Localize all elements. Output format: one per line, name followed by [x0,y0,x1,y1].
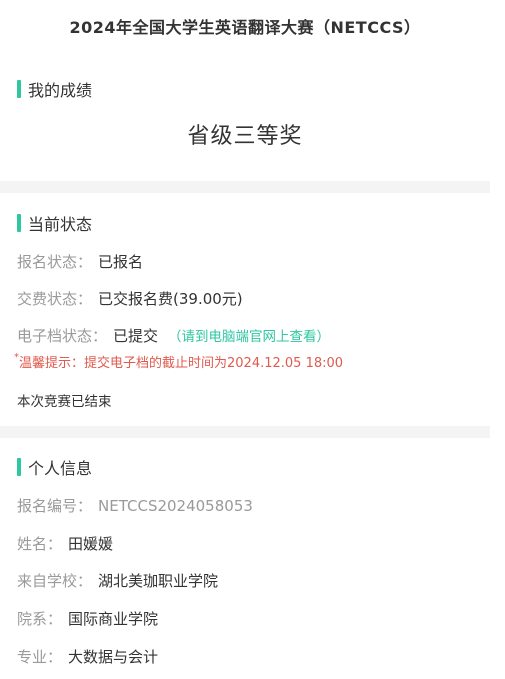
payment-status-label: 交费状态： [17,290,93,308]
deadline-warning: *温馨提示：提交电子档的截止时间为2024.12.05 18:00 [14,352,343,371]
school-value: 湖北美珈职业学院 [98,572,219,590]
warning-text: 温馨提示：提交电子档的截止时间为2024.12.05 18:00 [19,356,344,371]
award-result: 省级三等奖 [187,124,303,149]
department-row: 院系： 国际商业学院 [17,608,158,629]
reg-no-row: 报名编号： NETCCS2024058053 [17,495,253,516]
efile-status-label: 电子档状态： [17,327,108,345]
registration-status-value: 已报名 [98,253,144,271]
page-title: 2024年全国大学生英语翻译大赛（NETCCS） [69,18,421,37]
major-label: 专业： [17,648,63,666]
registration-status-row: 报名状态： 已报名 [17,251,143,272]
personal-section-title: 个人信息 [28,459,93,478]
name-value: 田媛媛 [68,535,114,553]
status-section-title: 当前状态 [28,215,93,234]
section-divider [0,181,490,193]
section-accent-bar [17,80,21,98]
department-label: 院系： [17,610,63,628]
payment-status-row: 交费状态： 已交报名费(39.00元) [17,288,243,309]
major-value: 大数据与会计 [68,648,159,666]
name-row: 姓名： 田媛媛 [17,533,113,554]
status-section-header: 当前状态 [17,212,92,234]
section-divider [0,426,490,438]
payment-status-value: 已交报名费(39.00元) [98,290,243,308]
name-label: 姓名： [17,535,63,553]
efile-status-row: 电子档状态： 已提交 （请到电脑端官网上查看） [17,325,330,346]
section-accent-bar [17,458,21,476]
reg-no-label: 报名编号： [17,497,93,515]
school-row: 来自学校： 湖北美珈职业学院 [17,570,218,591]
reg-no-value: NETCCS2024058053 [98,497,253,515]
efile-status-value: 已提交 [113,327,159,345]
major-row: 专业： 大数据与会计 [17,646,158,667]
score-section-title: 我的成绩 [28,81,93,100]
personal-section-header: 个人信息 [17,456,92,478]
registration-status-label: 报名状态： [17,253,93,271]
competition-ended-text: 本次竞赛已结束 [17,394,112,410]
school-label: 来自学校： [17,572,93,590]
section-accent-bar [17,214,21,232]
department-value: 国际商业学院 [68,610,159,628]
score-section-header: 我的成绩 [17,78,92,100]
efile-status-hint: （请到电脑端官网上查看） [168,329,331,345]
